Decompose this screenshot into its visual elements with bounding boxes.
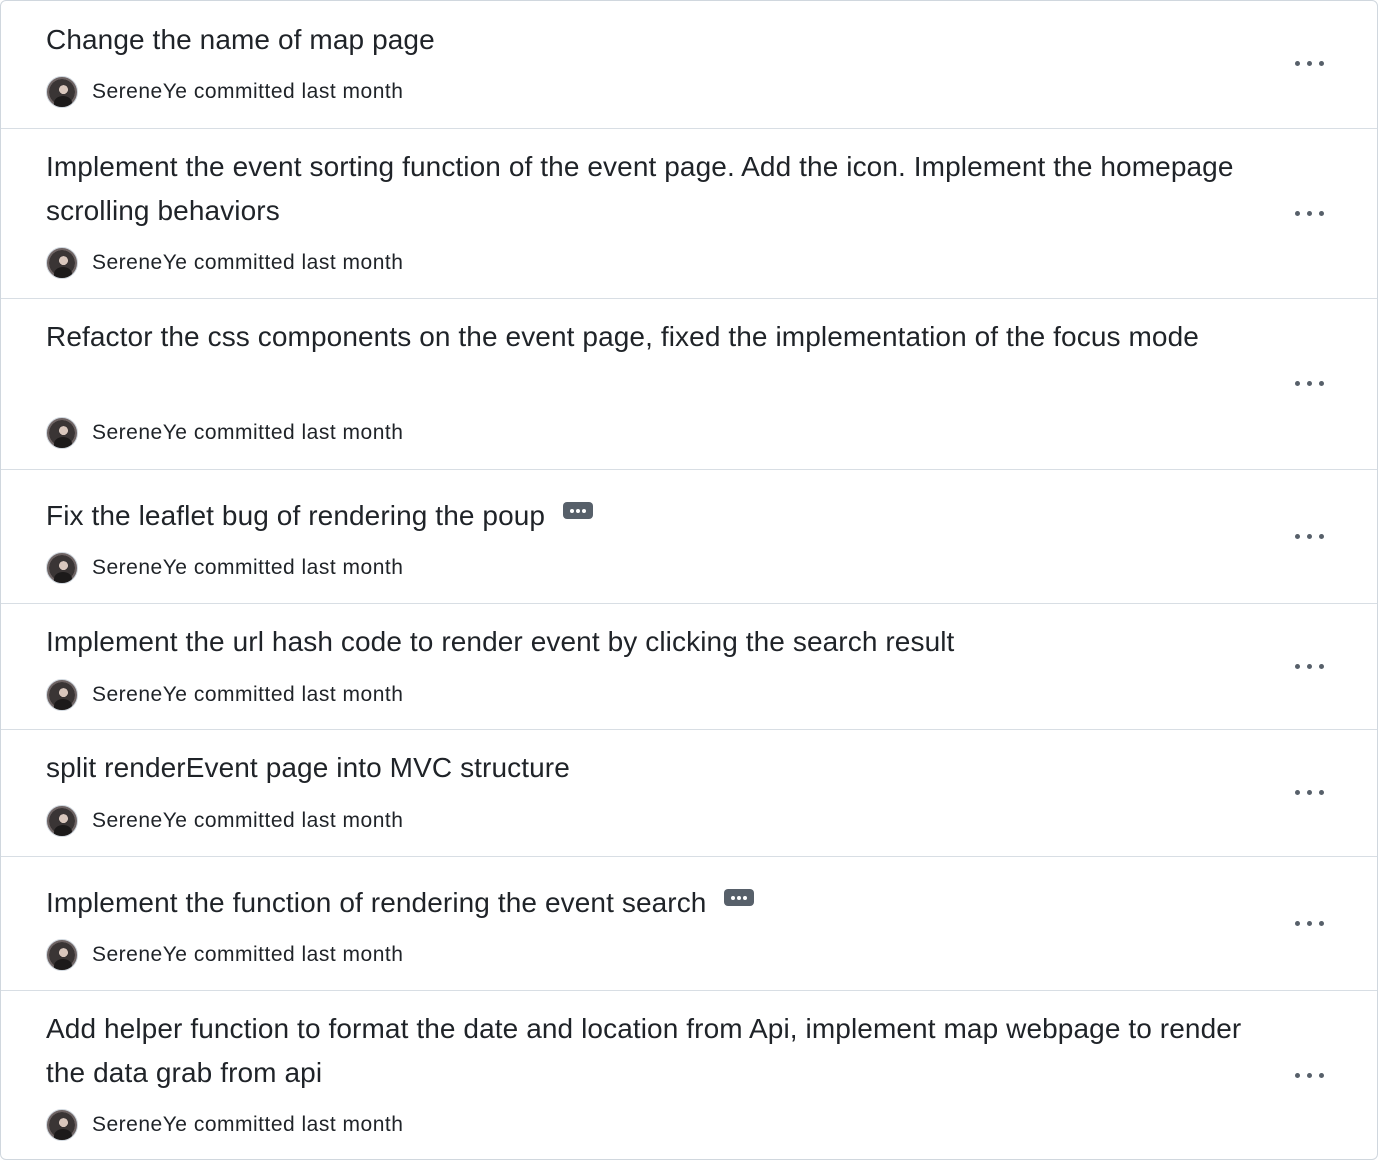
commit-actions-menu-icon[interactable] bbox=[1291, 203, 1331, 223]
commit-message-link[interactable]: Add helper function to format the date a… bbox=[46, 1013, 1241, 1088]
commit-meta: SereneYe committed last month bbox=[46, 246, 403, 280]
commit-meta: SereneYe committed last month bbox=[46, 416, 403, 450]
commit-actions-menu-icon[interactable] bbox=[1291, 656, 1331, 676]
author-link[interactable]: SereneYe bbox=[92, 943, 187, 966]
commit-row: split renderEvent page into MVC structur… bbox=[1, 729, 1377, 856]
commit-meta-text: SereneYe committed last month bbox=[92, 251, 403, 275]
expand-description-icon[interactable] bbox=[563, 502, 594, 520]
author-link[interactable]: SereneYe bbox=[92, 251, 187, 274]
commit-row: Implement the function of rendering the … bbox=[1, 856, 1377, 990]
commit-meta-text: SereneYe committed last month bbox=[92, 943, 403, 967]
commit-message-link[interactable]: Implement the event sorting function of … bbox=[46, 151, 1234, 226]
commit-time: committed last month bbox=[193, 421, 404, 444]
commit-title: Change the name of map page bbox=[46, 18, 1266, 62]
commit-time: committed last month bbox=[193, 1113, 404, 1136]
author-link[interactable]: SereneYe bbox=[92, 809, 187, 832]
commit-title: Implement the url hash code to render ev… bbox=[46, 620, 1266, 664]
commit-meta-text: SereneYe committed last month bbox=[92, 1113, 403, 1137]
author-link[interactable]: SereneYe bbox=[92, 80, 187, 103]
commit-title: Implement the event sorting function of … bbox=[46, 145, 1266, 233]
commit-row: Fix the leaflet bug of rendering the pou… bbox=[1, 469, 1377, 603]
commit-meta-text: SereneYe committed last month bbox=[92, 683, 403, 707]
commit-actions-menu-icon[interactable] bbox=[1291, 782, 1331, 802]
author-avatar[interactable] bbox=[46, 1109, 78, 1141]
commit-title: Fix the leaflet bug of rendering the pou… bbox=[46, 494, 1266, 538]
commit-meta: SereneYe committed last month bbox=[46, 551, 403, 585]
commit-message-link[interactable]: split renderEvent page into MVC structur… bbox=[46, 752, 570, 783]
commit-meta-text: SereneYe committed last month bbox=[92, 421, 403, 445]
author-avatar[interactable] bbox=[46, 939, 78, 971]
commit-list: Change the name of map page SereneYe com… bbox=[0, 0, 1378, 1160]
commit-message-link[interactable]: Refactor the css components on the event… bbox=[46, 321, 1199, 352]
commit-message-link[interactable]: Implement the url hash code to render ev… bbox=[46, 626, 954, 657]
author-link[interactable]: SereneYe bbox=[92, 556, 187, 579]
commit-title: split renderEvent page into MVC structur… bbox=[46, 746, 1266, 790]
commit-actions-menu-icon[interactable] bbox=[1291, 373, 1331, 393]
commit-meta: SereneYe committed last month bbox=[46, 804, 403, 838]
author-avatar[interactable] bbox=[46, 552, 78, 584]
commit-time: committed last month bbox=[193, 556, 404, 579]
commit-time: committed last month bbox=[193, 251, 404, 274]
author-avatar[interactable] bbox=[46, 76, 78, 108]
commit-message-link[interactable]: Implement the function of rendering the … bbox=[46, 887, 706, 918]
commit-meta: SereneYe committed last month bbox=[46, 1108, 403, 1142]
author-link[interactable]: SereneYe bbox=[92, 1113, 187, 1136]
author-avatar[interactable] bbox=[46, 805, 78, 837]
commit-row: Implement the event sorting function of … bbox=[1, 128, 1377, 298]
commit-meta-text: SereneYe committed last month bbox=[92, 556, 403, 580]
author-link[interactable]: SereneYe bbox=[92, 421, 187, 444]
commit-time: committed last month bbox=[193, 80, 404, 103]
commit-message-link[interactable]: Fix the leaflet bug of rendering the pou… bbox=[46, 500, 545, 531]
commit-row: Add helper function to format the date a… bbox=[1, 990, 1377, 1159]
commit-time: committed last month bbox=[193, 809, 404, 832]
author-avatar[interactable] bbox=[46, 247, 78, 279]
commit-actions-menu-icon[interactable] bbox=[1291, 526, 1331, 546]
commit-meta-text: SereneYe committed last month bbox=[92, 809, 403, 833]
commit-title: Refactor the css components on the event… bbox=[46, 315, 1266, 359]
commit-message-link[interactable]: Change the name of map page bbox=[46, 24, 435, 55]
commit-title: Add helper function to format the date a… bbox=[46, 1007, 1266, 1095]
author-link[interactable]: SereneYe bbox=[92, 683, 187, 706]
commit-meta-text: SereneYe committed last month bbox=[92, 80, 403, 104]
commit-meta: SereneYe committed last month bbox=[46, 75, 403, 109]
commit-actions-menu-icon[interactable] bbox=[1291, 53, 1331, 73]
expand-description-icon[interactable] bbox=[724, 889, 755, 907]
commit-meta: SereneYe committed last month bbox=[46, 938, 403, 972]
commit-title: Implement the function of rendering the … bbox=[46, 881, 1266, 925]
commit-meta: SereneYe committed last month bbox=[46, 678, 403, 712]
commit-row: Refactor the css components on the event… bbox=[1, 298, 1377, 469]
commit-time: committed last month bbox=[193, 943, 404, 966]
commit-row: Change the name of map page SereneYe com… bbox=[1, 1, 1377, 128]
commit-actions-menu-icon[interactable] bbox=[1291, 1065, 1331, 1085]
author-avatar[interactable] bbox=[46, 679, 78, 711]
commit-row: Implement the url hash code to render ev… bbox=[1, 603, 1377, 729]
commit-time: committed last month bbox=[193, 683, 404, 706]
author-avatar[interactable] bbox=[46, 417, 78, 449]
commit-actions-menu-icon[interactable] bbox=[1291, 913, 1331, 933]
